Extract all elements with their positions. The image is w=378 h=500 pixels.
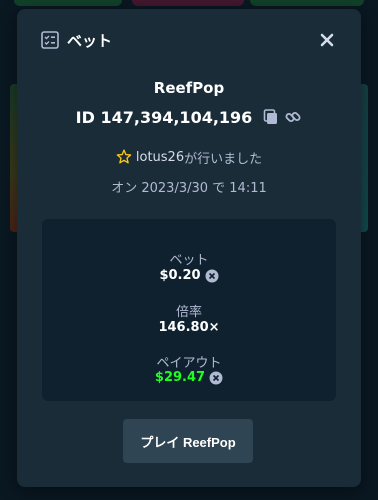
placed-by-row: lotus26 が行いました	[17, 147, 361, 167]
copy-icon[interactable]	[262, 108, 280, 126]
link-icon[interactable]	[284, 108, 302, 126]
bet-amount-row: $0.20	[42, 268, 336, 283]
modal-title: ベット	[67, 32, 113, 50]
list-check-icon	[41, 31, 59, 49]
close-icon	[320, 33, 334, 47]
placed-by-suffix: が行いました	[184, 151, 263, 167]
multiplier-row: 146.80×	[42, 320, 336, 335]
multiplier-value: 146.80×	[158, 320, 220, 335]
multiplier-label: 倍率	[175, 305, 202, 320]
bet-id-row: ID 147,394,104,196	[17, 106, 361, 128]
game-name: ReefPop	[153, 79, 225, 97]
bet-id: ID 147,394,104,196	[75, 107, 253, 127]
play-game-button[interactable]: プレイ ReefPop	[123, 419, 253, 463]
currency-coin-icon	[205, 269, 219, 282]
bet-amount-label: ベット	[169, 253, 209, 268]
bet-stats-panel: ベット $0.20 倍率 146.80× ペイアウト $29.47	[42, 219, 336, 401]
payout-row: $29.47	[42, 370, 336, 385]
player-name-link[interactable]: lotus26	[136, 150, 184, 165]
payout-label: ペイアウト	[156, 356, 222, 371]
close-button[interactable]	[315, 28, 339, 52]
modal-header: ベット	[17, 9, 361, 71]
bet-date: オン 2023/3/30 で 14:11	[111, 181, 267, 196]
bet-amount-value: $0.20	[159, 268, 201, 283]
star-icon	[116, 149, 132, 164]
payout-value: $29.47	[154, 370, 206, 385]
currency-coin-icon	[209, 371, 223, 384]
bet-details-modal: ベット ReefPop ID 147,394,104,196 lotus26 が…	[17, 9, 361, 487]
